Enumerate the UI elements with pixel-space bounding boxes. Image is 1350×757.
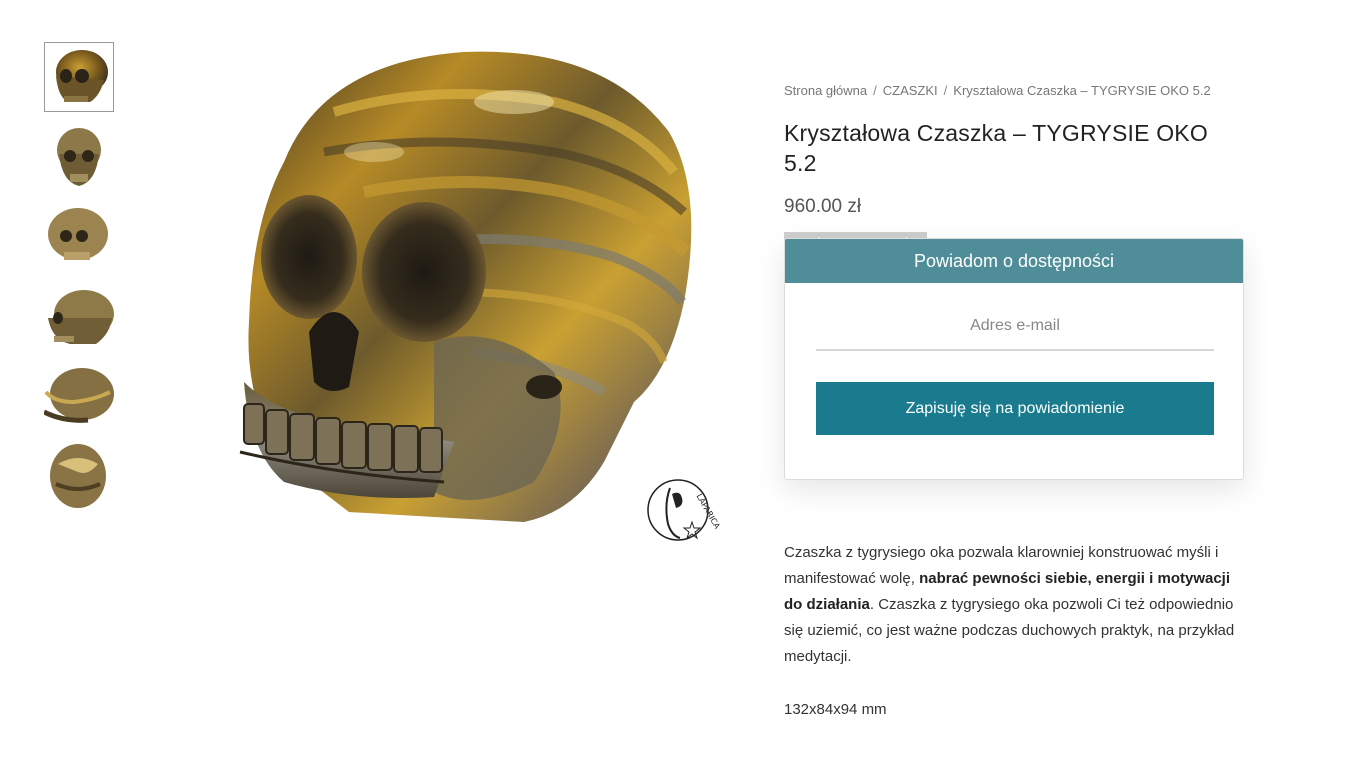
thumbnail-6[interactable] xyxy=(44,442,114,512)
thumbnail-2[interactable] xyxy=(44,122,114,192)
skull-thumbnail-image xyxy=(56,50,108,102)
thumbnail-3[interactable] xyxy=(44,202,114,272)
breadcrumb-current: Kryształowa Czaszka – TYGRYSIE OKO 5.2 xyxy=(953,83,1211,98)
subscribe-button[interactable]: Zapisuję się na powiadomienie xyxy=(816,382,1214,435)
breadcrumb-home[interactable]: Strona główna xyxy=(784,83,867,98)
breadcrumb: Strona główna / CZASZKI / Kryształowa Czaszk… xyxy=(784,80,1244,102)
availability-notify-box: Powiadom o dostępności Zapisuję się na p… xyxy=(784,238,1244,480)
main-product-image[interactable]: LAPARICA xyxy=(134,42,724,552)
skull-thumbnail-image xyxy=(44,368,114,423)
breadcrumb-separator: / xyxy=(943,83,948,98)
skull-thumbnail-image xyxy=(57,128,101,186)
thumbnail-list xyxy=(44,42,114,522)
product-info: Strona główna / CZASZKI / Kryształowa Czaszk… xyxy=(784,80,1244,256)
skull-thumbnail-image xyxy=(50,444,106,508)
breadcrumb-category[interactable]: CZASZKI xyxy=(883,83,938,98)
logo-text: LAPARICA xyxy=(694,492,720,531)
breadcrumb-separator: / xyxy=(873,83,877,98)
thumbnail-1[interactable] xyxy=(44,42,114,112)
product-title: Kryształowa Czaszka – TYGRYSIE OKO 5.2 xyxy=(784,120,1208,176)
product-dimensions: 132x84x94 mm xyxy=(784,701,887,718)
laparica-logo: LAPARICA xyxy=(647,479,720,541)
thumbnail-5[interactable] xyxy=(44,362,114,432)
skull-thumbnail-image xyxy=(48,290,114,344)
tiger-eye-skull-image xyxy=(239,51,692,522)
skull-thumbnail-image xyxy=(48,208,108,260)
thumbnail-4[interactable] xyxy=(44,282,114,352)
email-input[interactable] xyxy=(816,303,1214,351)
notify-heading: Powiadom o dostępności xyxy=(785,239,1243,283)
product-price: 960.00 zł xyxy=(784,196,862,217)
product-description: Czaszka z tygrysiego oka pozwala klarown… xyxy=(784,540,1244,670)
